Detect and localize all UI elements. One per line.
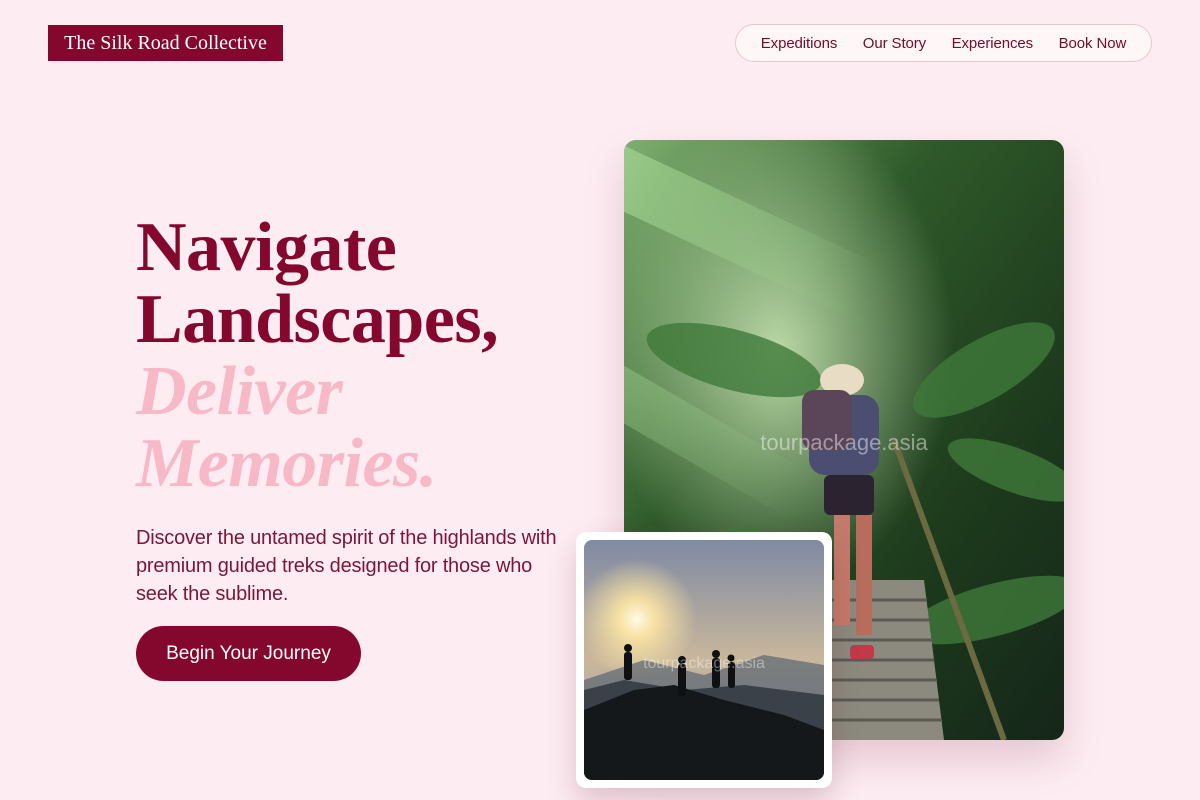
secondary-photo-card: tourpackage.asia: [576, 532, 832, 788]
main-photo-watermark: tourpackage.asia: [760, 430, 928, 455]
nav-item-experiences[interactable]: Experiences: [952, 35, 1034, 52]
nav-item-expeditions[interactable]: Expeditions: [761, 35, 838, 52]
brand-logo[interactable]: The Silk Road Collective: [48, 25, 283, 61]
main-nav: Expeditions Our Story Experiences Book N…: [735, 24, 1152, 62]
nav-item-our-story[interactable]: Our Story: [863, 35, 926, 52]
hero-description: Discover the untamed spirit of the highl…: [136, 527, 557, 605]
begin-journey-button[interactable]: Begin Your Journey: [136, 626, 361, 681]
headline-line-2: Landscapes,: [136, 281, 499, 358]
headline-line-3: Deliver: [136, 353, 343, 430]
hero-headline: Navigate Landscapes, Deliver Memories.: [136, 209, 499, 502]
headline-line-1: Navigate: [136, 209, 397, 286]
secondary-photo-watermark: tourpackage.asia: [643, 655, 765, 672]
nav-item-book-now[interactable]: Book Now: [1059, 35, 1127, 52]
headline-line-4: Memories.: [136, 425, 437, 502]
hero-secondary-photo: tourpackage.asia: [584, 540, 824, 780]
